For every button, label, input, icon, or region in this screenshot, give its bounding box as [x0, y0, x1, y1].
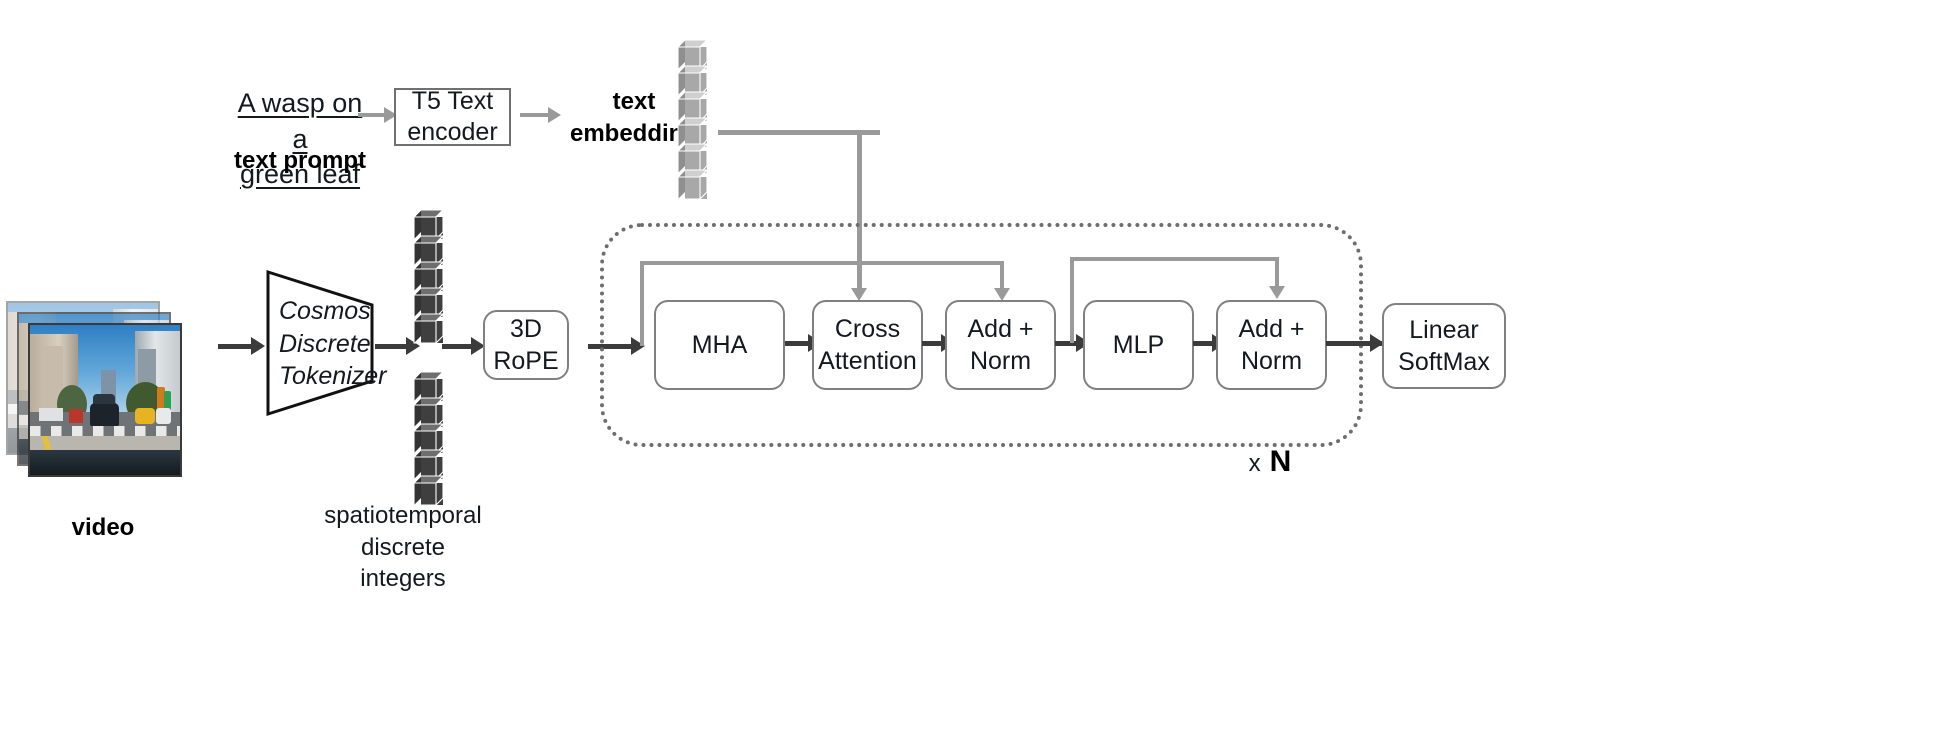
block-add-norm-2[interactable]: Add + Norm [1216, 300, 1327, 390]
block-mlp[interactable]: MLP [1083, 300, 1194, 390]
video-caption: video [71, 514, 135, 541]
token-stack-top [412, 208, 452, 344]
repeat-count-label: x N [1200, 445, 1340, 485]
video-frame-front [28, 323, 182, 477]
tokens-caption: spatiotemporal discrete integers [324, 502, 482, 593]
block-linear-softmax[interactable]: Linear SoftMax [1382, 303, 1506, 389]
text-embedding-conn-horizontal [718, 130, 880, 135]
arrow-tokens-to-rope-line [442, 344, 474, 349]
residual2-left-vertical [1070, 257, 1074, 343]
residual1-left-vertical [640, 261, 644, 346]
text-prompt-value: A wasp on a green leaf [237, 88, 363, 190]
repeat-count-n: N [1269, 445, 1292, 478]
token-stack-bottom [412, 370, 452, 506]
arrow-t5-to-embedding-line [520, 113, 550, 117]
text-embedding-token-stack [676, 38, 716, 200]
arrow-tokenizer-to-tokens-line [375, 344, 409, 349]
text-prompt-caption: text prompt [234, 147, 366, 174]
repeat-count-x: x [1248, 450, 1261, 477]
arrow-video-to-tokenizer-head [251, 337, 265, 355]
diagram-canvas: A wasp on a green leaf text prompt T5 Te… [0, 0, 1944, 742]
token-cube [412, 312, 445, 344]
block-mha[interactable]: MHA [654, 300, 785, 390]
arrow-video-to-tokenizer-line [218, 344, 254, 349]
arrow-prompt-to-t5-line [358, 113, 386, 117]
text-embedding-cube [676, 168, 709, 200]
block-cross-attention[interactable]: Cross Attention [812, 300, 923, 390]
residual2-top-horizontal [1070, 257, 1279, 261]
block-cosmos-discrete-tokenizer[interactable]: Cosmos Discrete Tokenizer [265, 269, 386, 417]
residual2-arrowhead [1269, 286, 1285, 299]
block-add-norm-1[interactable]: Add + Norm [945, 300, 1056, 390]
block-t5-text-encoder[interactable]: T5 Text encoder [394, 87, 511, 146]
residual1-top-horizontal [640, 261, 1004, 265]
block-3d-rope[interactable]: 3D RoPE [483, 310, 569, 380]
block-cosmos-label: Cosmos Discrete Tokenizer [279, 297, 387, 390]
